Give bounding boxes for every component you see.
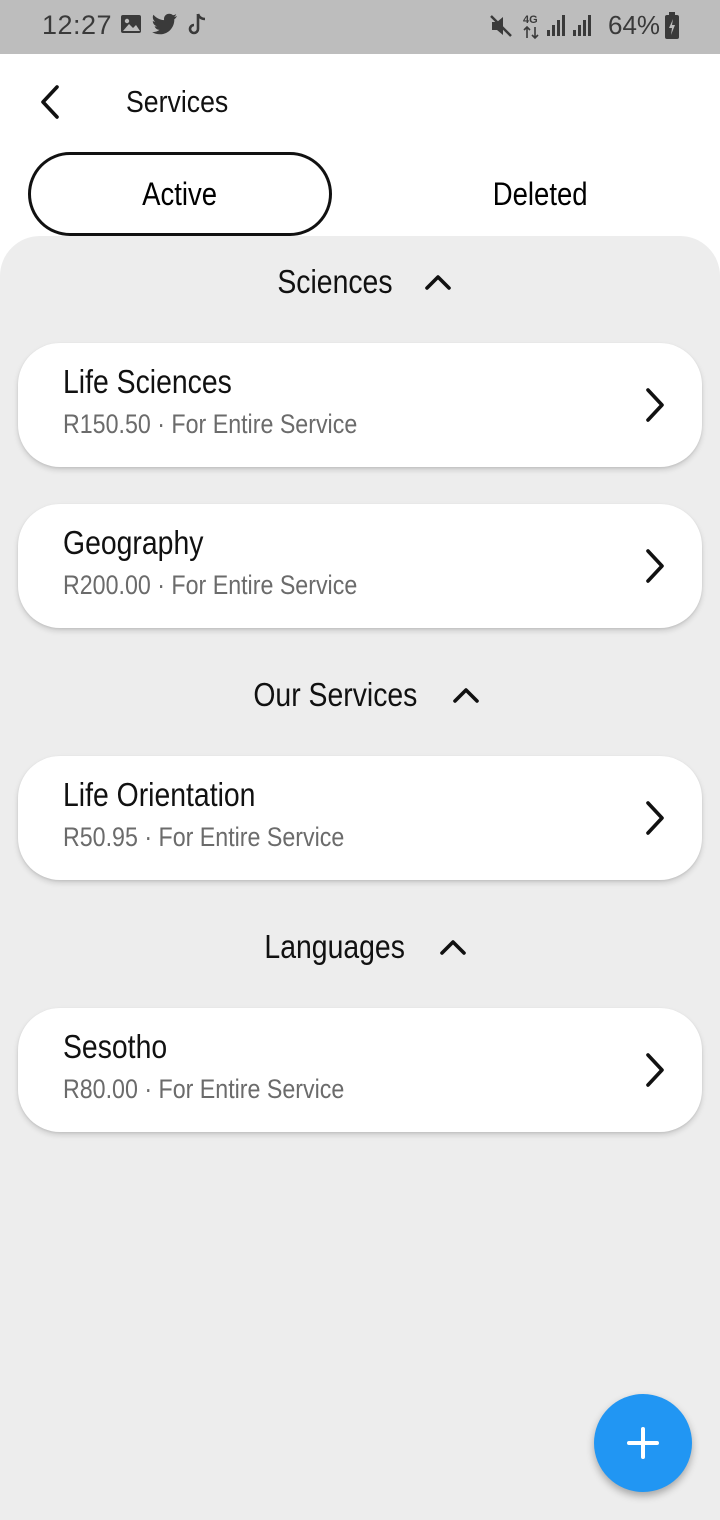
status-bar: 12:27 4G 64% bbox=[0, 0, 720, 54]
twitter-icon bbox=[152, 13, 178, 40]
section-title: Languages bbox=[264, 928, 406, 965]
service-price: R200.00 · For Entire Service bbox=[63, 570, 358, 600]
status-time: 12:27 bbox=[42, 10, 113, 40]
signal-icon bbox=[572, 13, 594, 42]
battery-charging-icon bbox=[664, 12, 680, 45]
image-icon bbox=[120, 13, 142, 40]
chevron-right-icon bbox=[646, 549, 664, 583]
chevron-up-icon bbox=[425, 275, 451, 290]
tab-label: Active bbox=[142, 175, 218, 212]
chevron-up-icon bbox=[453, 688, 480, 703]
service-price: R80.00 · For Entire Service bbox=[63, 1074, 345, 1104]
chevron-left-icon bbox=[41, 85, 59, 119]
page-title: Services bbox=[126, 84, 229, 119]
chevron-right-icon bbox=[646, 388, 664, 422]
tab-label: Deleted bbox=[492, 175, 588, 212]
service-name: Geography bbox=[63, 524, 204, 561]
section-title: Sciences bbox=[277, 263, 393, 300]
service-card[interactable]: Life Sciences R150.50 · For Entire Servi… bbox=[18, 343, 702, 467]
4g-icon: 4G bbox=[522, 12, 542, 45]
back-button[interactable] bbox=[28, 80, 72, 124]
section-title: Our Services bbox=[252, 676, 418, 713]
plus-icon bbox=[627, 1427, 659, 1459]
chevron-up-icon bbox=[439, 940, 466, 955]
mute-icon bbox=[488, 13, 514, 44]
service-card[interactable]: Sesotho R80.00 · For Entire Service bbox=[18, 1008, 702, 1132]
service-name: Life Sciences bbox=[63, 363, 232, 400]
service-price: R50.95 · For Entire Service bbox=[63, 822, 345, 852]
section-header-our-services[interactable]: Our Services bbox=[0, 665, 720, 725]
tab-deleted[interactable]: Deleted bbox=[388, 152, 692, 236]
section-header-languages[interactable]: Languages bbox=[0, 917, 720, 977]
add-service-button[interactable] bbox=[594, 1394, 692, 1492]
battery-percent: 64% bbox=[608, 10, 661, 40]
service-name: Life Orientation bbox=[63, 776, 256, 813]
chevron-right-icon bbox=[646, 801, 664, 835]
service-card[interactable]: Life Orientation R50.95 · For Entire Ser… bbox=[18, 756, 702, 880]
service-name: Sesotho bbox=[63, 1028, 168, 1065]
signal-icon bbox=[546, 13, 568, 42]
service-price: R150.50 · For Entire Service bbox=[63, 409, 358, 439]
service-card[interactable]: Geography R200.00 · For Entire Service bbox=[18, 504, 702, 628]
tiktok-icon bbox=[188, 13, 208, 42]
svg-text:4G: 4G bbox=[523, 14, 538, 26]
section-header-sciences[interactable]: Sciences bbox=[0, 252, 720, 312]
tab-active[interactable]: Active bbox=[28, 152, 332, 236]
chevron-right-icon bbox=[646, 1053, 664, 1087]
